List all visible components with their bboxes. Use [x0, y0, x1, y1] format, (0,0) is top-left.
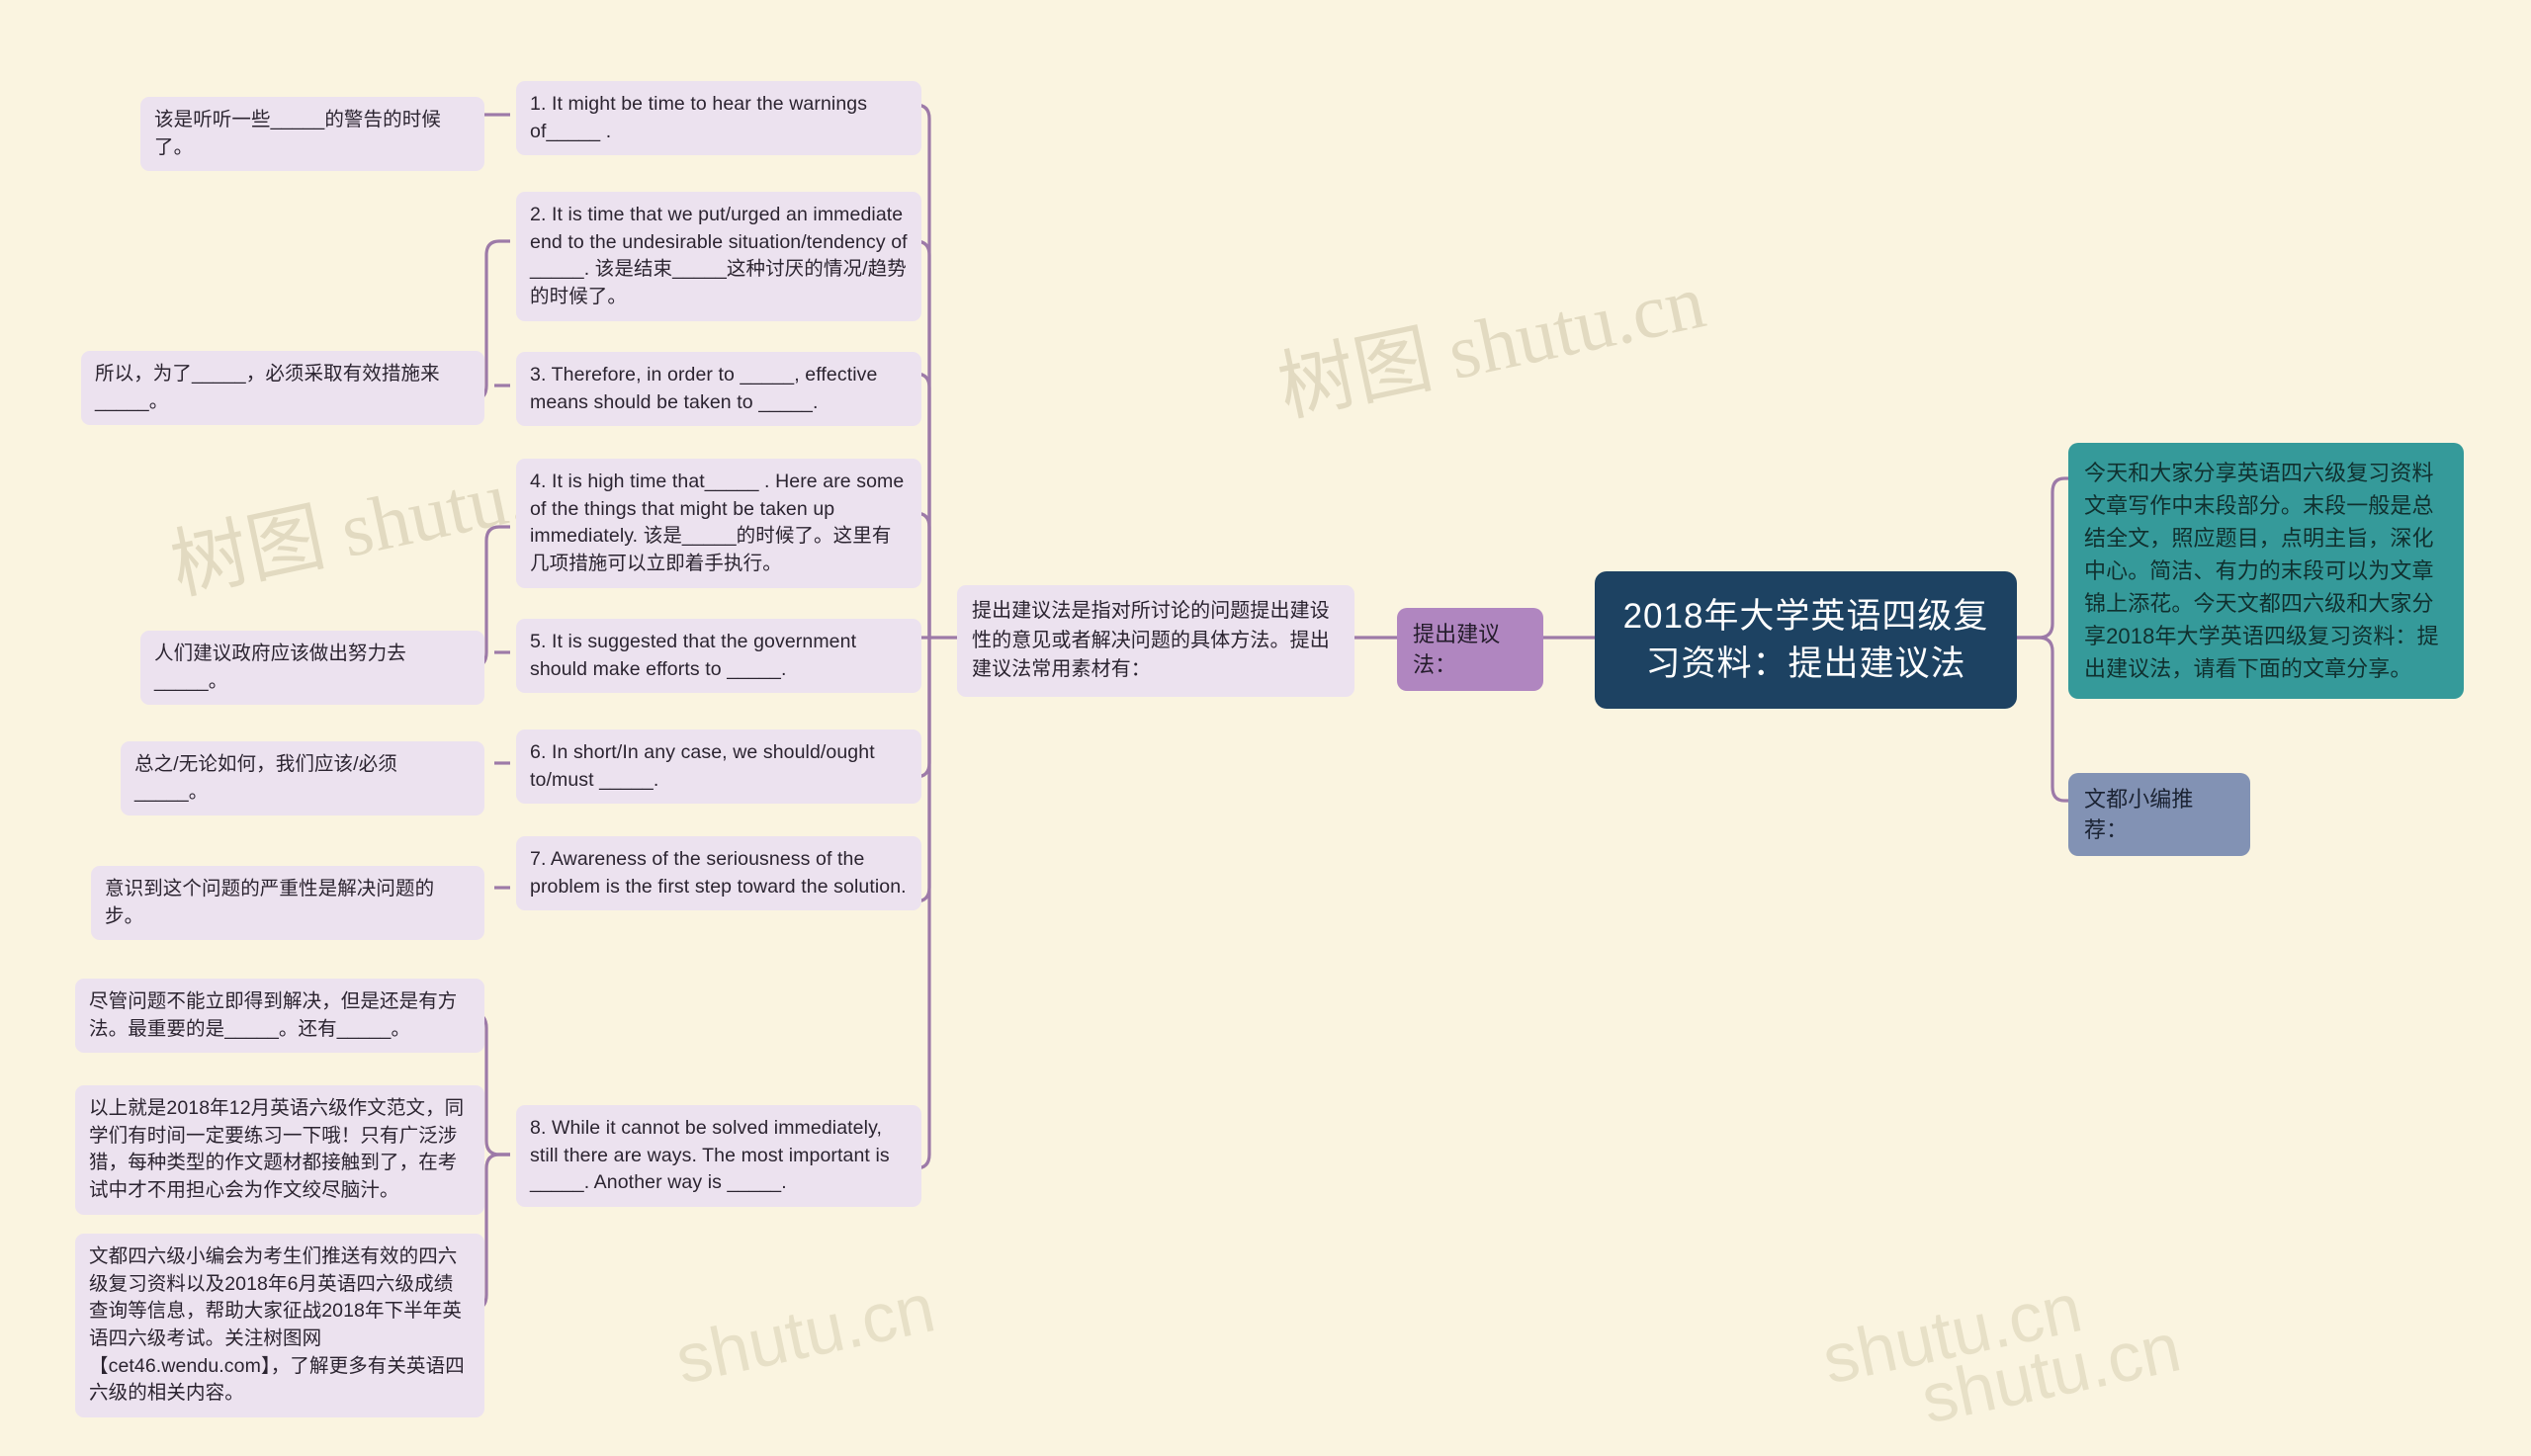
- mindmap-canvas: 树图 shutu.cn 树图 shutu.cn shutu.cn shutu.c…: [0, 0, 2531, 1456]
- sentence-node-6[interactable]: 6. In short/In any case, we should/ought…: [516, 729, 921, 805]
- translation-node-1[interactable]: 该是听听一些_____的警告的时候了。: [140, 97, 484, 172]
- translation-node-3[interactable]: 人们建议政府应该做出努力去_____。: [140, 631, 484, 706]
- root-node[interactable]: 2018年大学英语四级复习资料：提出建议法: [1595, 571, 2017, 710]
- sentence-node-8[interactable]: 8. While it cannot be solved immediately…: [516, 1105, 921, 1208]
- sentence-node-5[interactable]: 5. It is suggested that the government s…: [516, 619, 921, 694]
- link-root-recommend: [2017, 636, 2068, 803]
- watermark-text: shutu.cn: [1915, 1308, 2187, 1437]
- sentence-node-3[interactable]: 3. Therefore, in order to _____, effecti…: [516, 352, 921, 427]
- branch-node-suggestion-method[interactable]: 提出建议法：: [1397, 608, 1543, 692]
- translation-node-4[interactable]: 总之/无论如何，我们应该/必须_____。: [121, 741, 484, 816]
- sentence-node-2[interactable]: 2. It is time that we put/urged an immed…: [516, 192, 921, 321]
- method-description-node[interactable]: 提出建议法是指对所讨论的问题提出建设性的意见或者解决问题的具体方法。提出建议法常…: [957, 585, 1354, 697]
- sentence-node-7[interactable]: 7. Awareness of the seriousness of the p…: [516, 836, 921, 911]
- sentence-node-4[interactable]: 4. It is high time that_____ . Here are …: [516, 459, 921, 588]
- translation-node-7[interactable]: 以上就是2018年12月英语六级作文范文，同学们有时间一定要练习一下哦！只有广泛…: [75, 1085, 484, 1215]
- translation-node-8[interactable]: 文都四六级小编会为考生们推送有效的四六级复习资料以及2018年6月英语四六级成绩…: [75, 1234, 484, 1418]
- sentence-node-1[interactable]: 1. It might be time to hear the warnings…: [516, 81, 921, 156]
- intro-panel-node[interactable]: 今天和大家分享英语四六级复习资料文章写作中末段部分。末段一般是总结全文，照应题目…: [2068, 443, 2464, 699]
- translation-node-2[interactable]: 所以，为了_____，必须采取有效措施来_____。: [81, 351, 484, 426]
- translation-node-6[interactable]: 尽管问题不能立即得到解决，但是还是有方法。最重要的是_____。还有_____。: [75, 979, 484, 1054]
- watermark-text: 树图 shutu.cn: [1270, 258, 1711, 432]
- translation-node-5[interactable]: 意识到这个问题的严重性是解决问题的步。: [91, 866, 484, 941]
- watermark-text: shutu.cn: [1816, 1268, 2088, 1398]
- watermark-text: shutu.cn: [669, 1268, 941, 1398]
- recommend-node[interactable]: 文都小编推荐：: [2068, 773, 2250, 857]
- link-root-intro: [2017, 476, 2068, 640]
